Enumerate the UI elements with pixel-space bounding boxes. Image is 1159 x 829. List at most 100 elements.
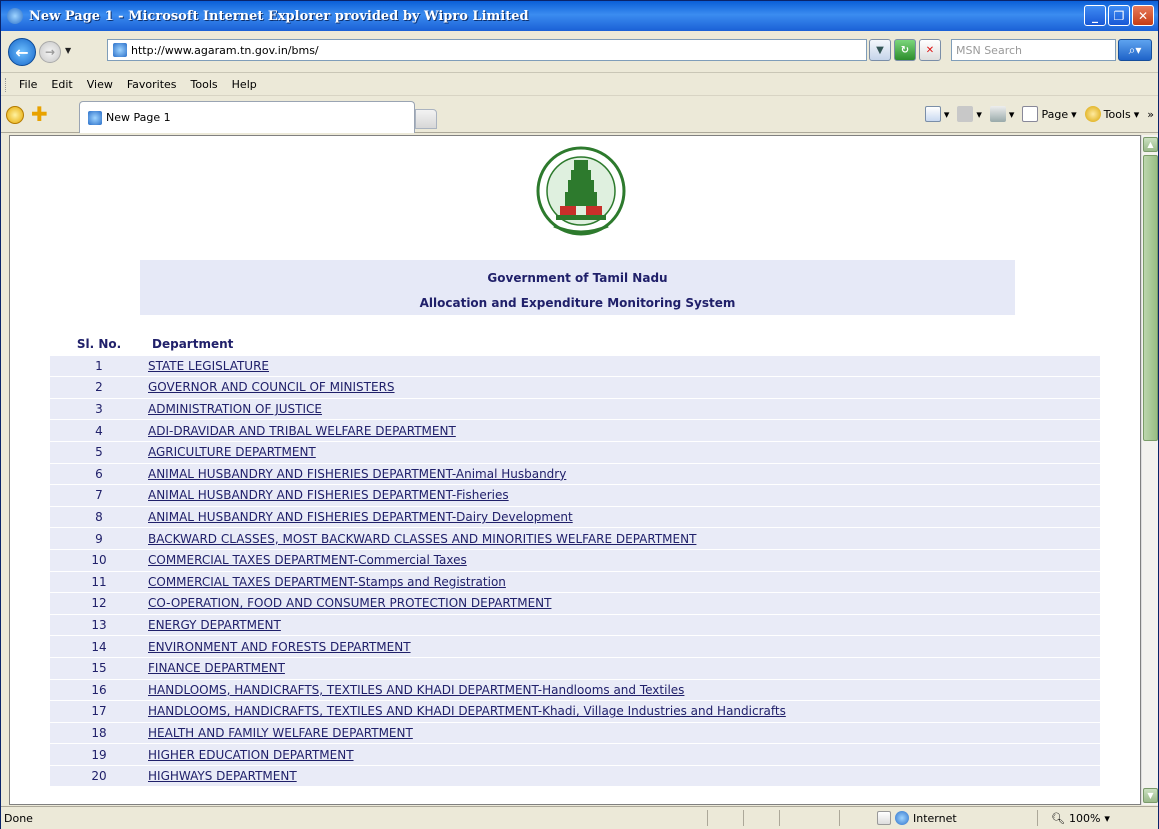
department-link[interactable]: ANIMAL HUSBANDRY AND FISHERIES DEPARTMEN… <box>148 467 566 481</box>
table-row: 2 GOVERNOR AND COUNCIL OF MINISTERS <box>50 377 1100 399</box>
menu-bar: File Edit View Favorites Tools Help <box>1 74 1158 96</box>
window-title: New Page 1 - Microsoft Internet Explorer… <box>29 8 529 24</box>
department-link[interactable]: ENERGY DEPARTMENT <box>148 618 281 632</box>
refresh-button[interactable]: ↻ <box>894 39 916 61</box>
department-link[interactable]: COMMERCIAL TAXES DEPARTMENT-Commercial T… <box>148 553 467 567</box>
tab-bar: ✚ New Page 1 ▾ ▾ ▾ Page ▾ Tools ▾ » <box>1 97 1158 133</box>
department-link[interactable]: HIGHWAYS DEPARTMENT <box>148 769 297 783</box>
department-link[interactable]: HEALTH AND FAMILY WELFARE DEPARTMENT <box>148 726 413 740</box>
back-button[interactable]: ← <box>8 38 36 66</box>
department-link[interactable]: FINANCE DEPARTMENT <box>148 661 285 675</box>
menu-favorites[interactable]: Favorites <box>127 78 177 91</box>
feeds-button[interactable]: ▾ <box>957 106 982 122</box>
department-link[interactable]: AGRICULTURE DEPARTMENT <box>148 445 316 459</box>
vertical-scrollbar[interactable]: ▲ ▼ <box>1141 135 1158 805</box>
search-input[interactable]: MSN Search <box>951 39 1116 61</box>
row-number: 13 <box>91 618 107 633</box>
row-number: 10 <box>91 553 107 568</box>
add-favorite-icon[interactable]: ✚ <box>31 104 48 124</box>
page-icon <box>88 110 102 125</box>
department-link[interactable]: ANIMAL HUSBANDRY AND FISHERIES DEPARTMEN… <box>148 488 509 502</box>
row-number: 11 <box>91 574 107 589</box>
new-tab-button[interactable] <box>415 109 437 129</box>
scroll-up-icon[interactable]: ▲ <box>1143 137 1158 152</box>
favorites-center-icon[interactable] <box>6 106 24 124</box>
row-number: 18 <box>91 725 107 740</box>
department-link[interactable]: ENVIRONMENT AND FORESTS DEPARTMENT <box>148 640 411 654</box>
menu-tools[interactable]: Tools <box>191 78 218 91</box>
header-sl-no: Sl. No. <box>76 337 122 352</box>
department-link[interactable]: ADI-DRAVIDAR AND TRIBAL WELFARE DEPARTME… <box>148 424 456 438</box>
table-row: 4 ADI-DRAVIDAR AND TRIBAL WELFARE DEPARTM… <box>50 420 1100 442</box>
table-row: 9 BACKWARD CLASSES, MOST BACKWARD CLASSES… <box>50 528 1100 550</box>
table-row: 3 ADMINISTRATION OF JUSTICE <box>50 398 1100 421</box>
department-link[interactable]: HANDLOOMS, HANDICRAFTS, TEXTILES AND KHA… <box>148 683 684 697</box>
window-controls: _ ❐ ✕ <box>1084 5 1154 26</box>
status-text: Done <box>4 811 33 825</box>
forward-button[interactable]: → <box>39 41 61 63</box>
tools-menu-button[interactable]: Tools ▾ <box>1084 106 1139 122</box>
heading-system-name: Allocation and Expenditure Monitoring Sy… <box>419 296 736 310</box>
table-row: 8 ANIMAL HUSBANDRY AND FISHERIES DEPARTME… <box>50 506 1100 529</box>
table-row: 7 ANIMAL HUSBANDRY AND FISHERIES DEPARTME… <box>50 485 1100 507</box>
row-number: 7 <box>95 488 103 503</box>
title-bar[interactable]: New Page 1 - Microsoft Internet Explorer… <box>1 1 1158 31</box>
page-menu-label: Page <box>1041 107 1069 121</box>
minimize-button[interactable]: _ <box>1084 5 1106 26</box>
status-divider <box>1037 810 1038 826</box>
recent-pages-dropdown-icon[interactable]: ▼ <box>65 46 71 55</box>
search-button[interactable]: ⌕▾ <box>1118 39 1152 61</box>
print-button[interactable]: ▾ <box>989 106 1014 122</box>
protected-mode-icon <box>877 811 891 825</box>
stop-button[interactable]: ✕ <box>919 39 941 61</box>
browser-window: New Page 1 - Microsoft Internet Explorer… <box>0 0 1159 829</box>
heading-government: Government of Tamil Nadu <box>487 271 668 285</box>
table-row: 6 ANIMAL HUSBANDRY AND FISHERIES DEPARTME… <box>50 463 1100 486</box>
header-department: Department <box>152 337 234 352</box>
department-link[interactable]: CO-OPERATION, FOOD AND CONSUMER PROTECTI… <box>148 596 551 610</box>
department-link[interactable]: STATE LEGISLATURE <box>148 359 269 373</box>
maximize-button[interactable]: ❐ <box>1108 5 1130 26</box>
department-link[interactable]: ADMINISTRATION OF JUSTICE <box>148 402 322 416</box>
address-dropdown-button[interactable]: ▼ <box>869 39 891 61</box>
zoom-control[interactable]: 🔍︎ 100% ▾ <box>1051 812 1110 825</box>
table-row: 10 COMMERCIAL TAXES DEPARTMENT-Commercial… <box>50 549 1100 572</box>
status-divider <box>839 810 840 826</box>
menu-edit[interactable]: Edit <box>51 78 72 91</box>
department-link[interactable]: COMMERCIAL TAXES DEPARTMENT-Stamps and R… <box>148 575 506 589</box>
close-button[interactable]: ✕ <box>1132 5 1154 26</box>
toolbar-overflow-icon[interactable]: » <box>1147 108 1154 121</box>
tab-new-page-1[interactable]: New Page 1 <box>79 101 415 133</box>
menu-file[interactable]: File <box>19 78 37 91</box>
department-link[interactable]: HIGHER EDUCATION DEPARTMENT <box>148 748 354 762</box>
address-bar[interactable]: http://www.agaram.tn.gov.in/bms/ <box>107 39 867 61</box>
row-number: 1 <box>95 358 103 373</box>
scroll-down-icon[interactable]: ▼ <box>1143 788 1158 803</box>
gear-icon <box>1084 106 1101 122</box>
department-link[interactable]: ANIMAL HUSBANDRY AND FISHERIES DEPARTMEN… <box>148 510 573 524</box>
zoom-dropdown-icon[interactable]: ▾ <box>1104 812 1110 825</box>
address-url[interactable]: http://www.agaram.tn.gov.in/bms/ <box>131 44 319 57</box>
row-number: 4 <box>95 423 103 438</box>
page-icon <box>113 43 127 57</box>
department-link[interactable]: HANDLOOMS, HANDICRAFTS, TEXTILES AND KHA… <box>148 704 786 718</box>
tools-menu-label: Tools <box>1103 107 1131 121</box>
toolbar-grip[interactable] <box>5 77 8 92</box>
department-link[interactable]: GOVERNOR AND COUNCIL OF MINISTERS <box>148 380 395 394</box>
zoom-icon: 🔍︎ <box>1051 811 1065 825</box>
home-button[interactable]: ▾ <box>924 106 949 122</box>
scroll-thumb[interactable] <box>1143 155 1158 441</box>
table-row: 16 HANDLOOMS, HANDICRAFTS, TEXTILES AND K… <box>50 679 1100 702</box>
row-number: 12 <box>91 596 107 611</box>
department-table: Sl. No. Department 1 STATE LEGISLATURE 2 G… <box>50 334 1100 788</box>
menu-view[interactable]: View <box>87 78 113 91</box>
menu-help[interactable]: Help <box>232 78 257 91</box>
page-content: Government of Tamil Nadu Allocation and … <box>9 135 1141 805</box>
security-zone[interactable]: Internet <box>877 811 957 825</box>
internet-explorer-icon <box>7 8 23 24</box>
table-row: 20 HIGHWAYS DEPARTMENT <box>50 765 1100 788</box>
table-row: 12 CO-OPERATION, FOOD AND CONSUMER PROTEC… <box>50 593 1100 615</box>
row-number: 3 <box>95 402 103 417</box>
department-link[interactable]: BACKWARD CLASSES, MOST BACKWARD CLASSES … <box>148 532 696 546</box>
page-menu-button[interactable]: Page ▾ <box>1022 106 1077 122</box>
